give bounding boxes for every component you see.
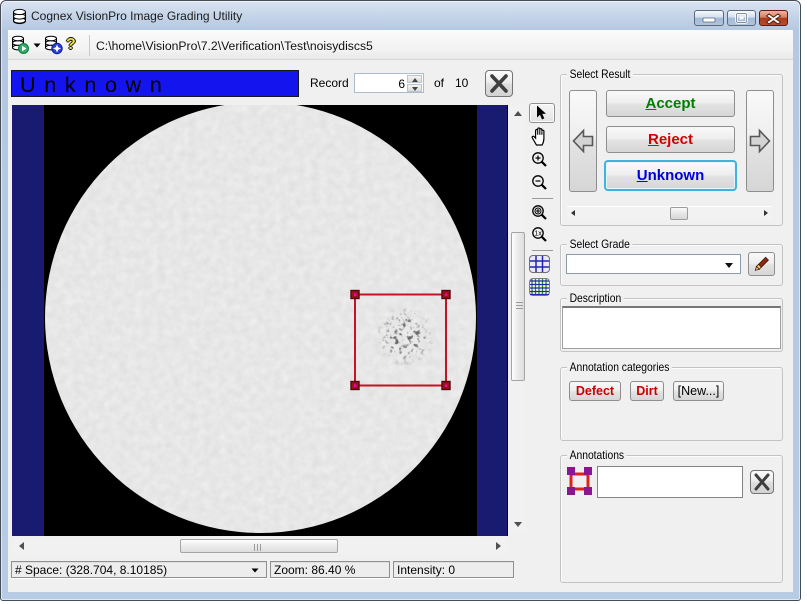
svg-text:1x: 1x (534, 231, 542, 238)
